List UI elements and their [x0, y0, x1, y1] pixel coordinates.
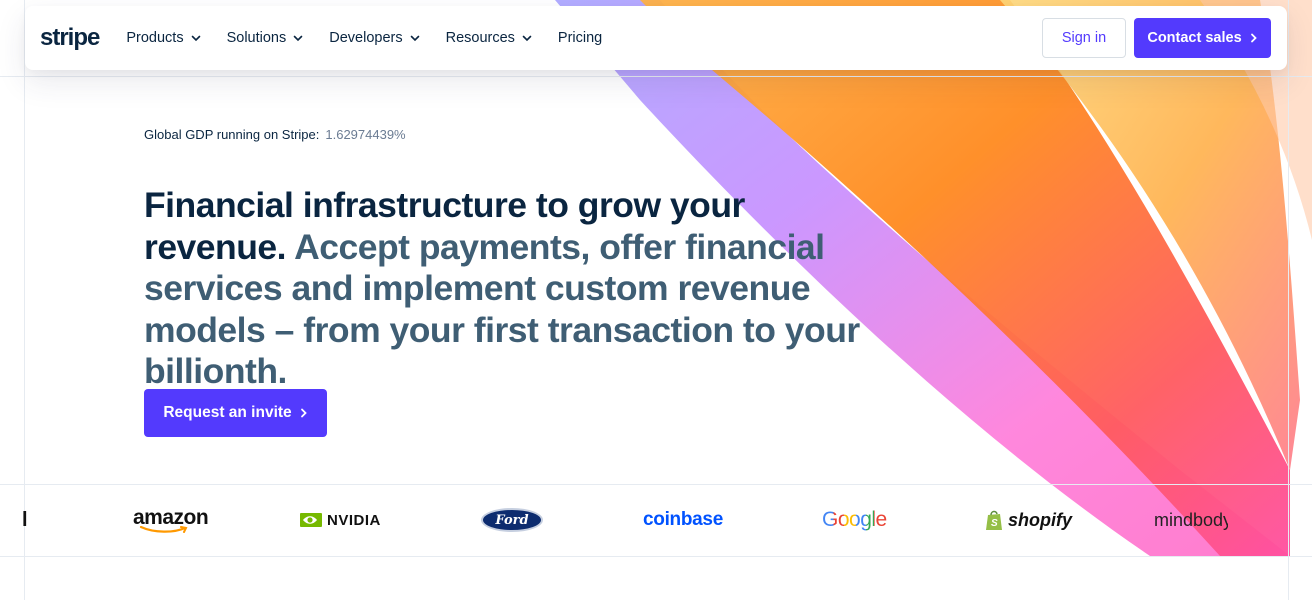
chevron-right-icon	[1250, 33, 1257, 43]
chevron-down-icon	[293, 35, 303, 42]
nav-item-label: Products	[126, 30, 184, 46]
nav-item-pricing[interactable]: Pricing	[558, 30, 602, 46]
contact-sales-label: Contact sales	[1147, 30, 1242, 46]
amazon-smile-icon	[139, 526, 188, 533]
google-logo: Google	[822, 500, 887, 540]
shopify-logo: S shopify	[985, 500, 1072, 540]
nav-item-developers[interactable]: Developers	[329, 30, 419, 46]
nav-links: Products Solutions Developers Resources …	[126, 30, 628, 46]
svg-text:S: S	[991, 518, 998, 529]
shopify-wordmark: shopify	[1008, 509, 1073, 530]
chevron-down-icon	[191, 35, 200, 42]
hero-headline: Financial infrastructure to grow your re…	[144, 185, 864, 393]
gdp-label: Global GDP running on Stripe:	[144, 127, 320, 142]
customer-logos: l amazon NVIDIA Ford coinbase Google S s…	[0, 500, 1312, 540]
nav-item-products[interactable]: Products	[126, 30, 200, 46]
nav-item-resources[interactable]: Resources	[446, 30, 532, 46]
nvidia-logo: NVIDIA	[300, 500, 381, 540]
nvidia-eye-icon	[300, 513, 322, 527]
top-navbar: stripe Products Solutions Developers Res…	[25, 6, 1287, 70]
ford-oval: Ford	[481, 508, 543, 532]
page-frame-line	[0, 76, 1312, 77]
ford-logo: Ford	[481, 500, 543, 540]
chevron-right-icon	[300, 408, 307, 418]
nvidia-wordmark: NVIDIA	[327, 511, 381, 529]
page-frame-line	[0, 484, 1312, 485]
shopify-bag-icon: S	[986, 510, 1002, 530]
nav-item-label: Pricing	[557, 30, 603, 46]
gdp-counter: Global GDP running on Stripe: 1.62974439…	[144, 127, 406, 142]
nav-item-solutions[interactable]: Solutions	[227, 30, 304, 46]
nav-actions: Sign in Contact sales	[1042, 18, 1271, 58]
coinbase-logo: coinbase	[643, 509, 723, 530]
request-invite-button[interactable]: Request an invite	[144, 389, 327, 437]
page-frame-line	[0, 556, 1312, 557]
chevron-down-icon	[522, 35, 532, 42]
nav-item-label: Developers	[329, 30, 403, 46]
amazon-logo: amazon	[133, 500, 209, 540]
stripe-logo[interactable]: stripe	[40, 24, 100, 52]
contact-sales-button[interactable]: Contact sales	[1134, 18, 1271, 58]
logo-cut-off: l	[22, 508, 28, 531]
nav-item-label: Solutions	[226, 30, 287, 46]
gdp-value: 1.62974439%	[325, 127, 406, 142]
nav-item-label: Resources	[445, 30, 515, 46]
google-wordmark: Google	[822, 508, 887, 531]
request-invite-label: Request an invite	[163, 404, 292, 421]
sign-in-button[interactable]: Sign in	[1042, 18, 1126, 58]
mindbody-logo: mindbody	[1154, 509, 1228, 530]
chevron-down-icon	[410, 35, 419, 42]
